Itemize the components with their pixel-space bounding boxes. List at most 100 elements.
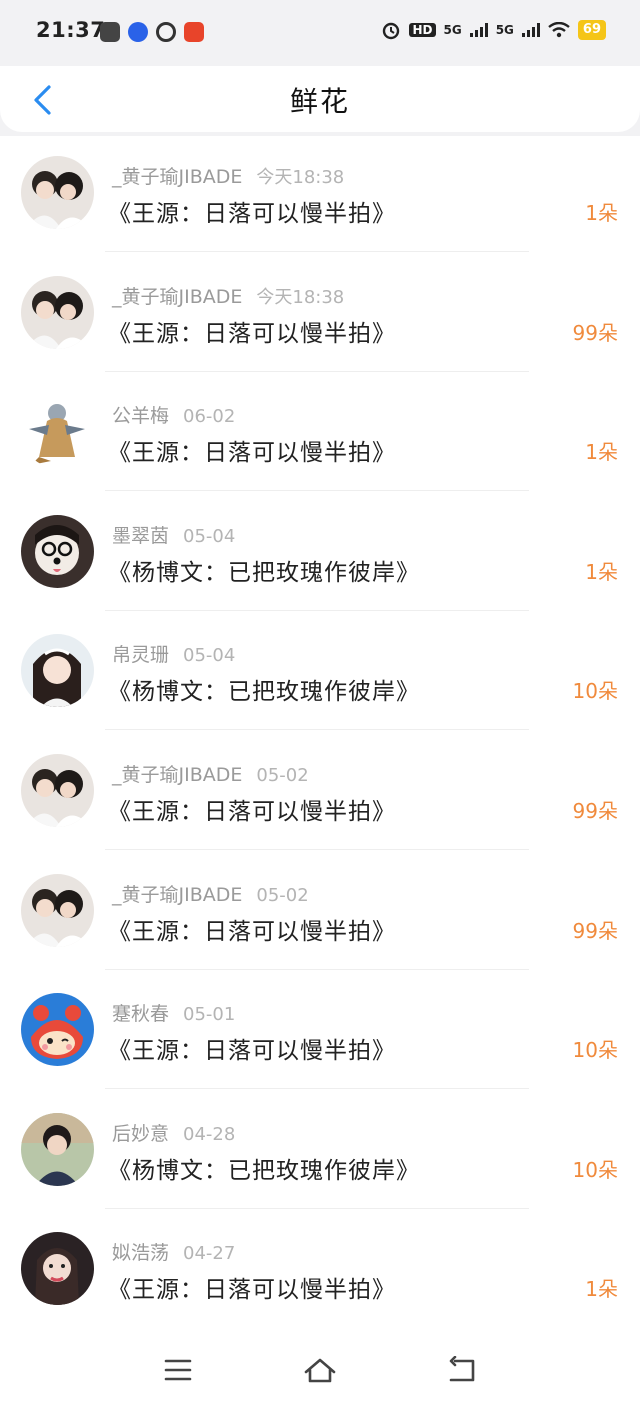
- list-item[interactable]: _黄子瑜JIBADE 05-02 《王源：日落可以慢半拍》 99朵: [0, 854, 640, 974]
- avatar[interactable]: [21, 395, 94, 469]
- link-app-icon: [156, 22, 176, 42]
- home-button[interactable]: [300, 1352, 340, 1388]
- sender-info: _黄子瑜JIBADE 今天18:38: [112, 162, 344, 189]
- avatar[interactable]: [21, 634, 94, 708]
- sender-name: 蹇秋春: [112, 1003, 170, 1026]
- work-title[interactable]: 《王源：日落可以慢半拍》: [108, 1270, 396, 1304]
- flower-count: 99朵: [572, 320, 618, 345]
- send-date: 05-02: [256, 884, 309, 906]
- divider: [105, 968, 529, 970]
- menu-icon: [164, 1359, 192, 1381]
- list-item[interactable]: 后妙意 04-28 《杨博文：已把玫瑰作彼岸》 10朵: [0, 1093, 640, 1213]
- avatar[interactable]: [21, 993, 94, 1067]
- sender-info: _黄子瑜JIBADE 05-02: [112, 760, 309, 787]
- menu-button[interactable]: [158, 1352, 198, 1388]
- send-date: 05-02: [256, 764, 309, 786]
- divider: [105, 848, 529, 850]
- send-date: 05-04: [183, 645, 236, 667]
- alarm-icon: [383, 22, 400, 40]
- list-item[interactable]: _黄子瑜JIBADE 今天18:38 《王源：日落可以慢半拍》 99朵: [0, 256, 640, 376]
- sender-info: 墨翠茵 05-04: [112, 521, 235, 548]
- sender-name: 墨翠茵: [112, 524, 170, 547]
- hd-icon: HD: [409, 23, 436, 37]
- flower-count: 10朵: [572, 1038, 618, 1063]
- work-title[interactable]: 《王源：日落可以慢半拍》: [108, 194, 396, 228]
- sender-name: 帛灵珊: [112, 644, 170, 667]
- work-title[interactable]: 《王源：日落可以慢半拍》: [108, 1031, 396, 1065]
- work-title[interactable]: 《王源：日落可以慢半拍》: [108, 433, 396, 467]
- sender-info: 公羊梅 06-02: [112, 401, 235, 428]
- flower-count: 99朵: [572, 798, 618, 823]
- back-return-icon: [449, 1356, 475, 1382]
- send-date: 今天18:38: [256, 286, 345, 308]
- send-date: 04-28: [183, 1123, 236, 1145]
- list-item[interactable]: 帛灵珊 05-04 《杨博文：已把玫瑰作彼岸》 10朵: [0, 614, 640, 734]
- work-title[interactable]: 《杨博文：已把玫瑰作彼岸》: [108, 553, 420, 587]
- list-item[interactable]: 姒浩荡 04-27 《王源：日落可以慢半拍》 1朵: [0, 1212, 640, 1332]
- list-item[interactable]: _黄子瑜JIBADE 今天18:38 《王源：日落可以慢半拍》 1朵: [0, 136, 640, 256]
- system-back-button[interactable]: [442, 1352, 482, 1388]
- signal-5g-icon-2: 5G: [495, 23, 514, 37]
- sender-name: _黄子瑜JIBADE: [112, 763, 243, 786]
- sender-name: 后妙意: [112, 1122, 170, 1145]
- sender-name: 姒浩荡: [112, 1242, 170, 1265]
- avatar[interactable]: [21, 1112, 94, 1186]
- sender-name: _黄子瑜JIBADE: [112, 883, 243, 906]
- list-item[interactable]: 墨翠茵 05-04 《杨博文：已把玫瑰作彼岸》 1朵: [0, 495, 640, 615]
- flower-record-list: _黄子瑜JIBADE 今天18:38 《王源：日落可以慢半拍》 1朵 _黄子瑜JI…: [0, 136, 640, 1332]
- list-item[interactable]: _黄子瑜JIBADE 05-02 《王源：日落可以慢半拍》 99朵: [0, 734, 640, 854]
- avatar[interactable]: [21, 156, 94, 229]
- list-item[interactable]: 公羊梅 06-02 《王源：日落可以慢半拍》 1朵: [0, 375, 640, 495]
- flower-count: 1朵: [585, 559, 618, 584]
- send-date: 05-01: [183, 1004, 236, 1026]
- flower-count: 99朵: [572, 918, 618, 943]
- sender-info: 后妙意 04-28: [112, 1119, 235, 1146]
- sender-name: _黄子瑜JIBADE: [112, 166, 243, 188]
- send-date: 04-27: [183, 1243, 236, 1265]
- work-title[interactable]: 《杨博文：已把玫瑰作彼岸》: [108, 1151, 420, 1185]
- avatar[interactable]: [21, 753, 94, 827]
- notification-icons: [100, 22, 204, 42]
- divider: [105, 1088, 529, 1090]
- work-title[interactable]: 《杨博文：已把玫瑰作彼岸》: [108, 672, 420, 706]
- status-time: 21:37: [36, 18, 106, 42]
- avatar[interactable]: [21, 275, 94, 349]
- sender-info: _黄子瑜JIBADE 今天18:38: [112, 282, 344, 309]
- sender-name: 公羊梅: [112, 405, 170, 428]
- flower-count: 10朵: [572, 1157, 618, 1182]
- divider: [105, 370, 529, 372]
- flower-count: 1朵: [585, 440, 618, 465]
- system-navigation-bar: [0, 1332, 640, 1408]
- avatar[interactable]: [21, 1232, 94, 1306]
- wifi-icon: [548, 22, 570, 38]
- sender-info: 蹇秋春 05-01: [112, 999, 235, 1026]
- page-title: 鲜花: [289, 85, 350, 118]
- divider: [105, 251, 529, 252]
- sender-info: 帛灵珊 05-04: [112, 640, 235, 667]
- sender-info: _黄子瑜JIBADE 05-02: [112, 880, 309, 907]
- divider: [105, 609, 529, 611]
- signal-bars-icon-1: [469, 23, 488, 37]
- work-title[interactable]: 《王源：日落可以慢半拍》: [108, 792, 396, 826]
- list-item[interactable]: 蹇秋春 05-01 《王源：日落可以慢半拍》 10朵: [0, 973, 640, 1093]
- signal-5g-icon-1: 5G: [443, 23, 462, 37]
- status-bar: 21:37 HD 5G 5G 69: [0, 0, 640, 66]
- message-app-icon: [100, 22, 120, 42]
- flower-count: 1朵: [585, 201, 618, 225]
- avatar[interactable]: [21, 514, 94, 588]
- taobao-app-icon: [184, 22, 204, 42]
- battery-indicator: 69: [577, 20, 606, 40]
- work-title[interactable]: 《王源：日落可以慢半拍》: [108, 912, 396, 946]
- flower-count: 1朵: [585, 1277, 618, 1302]
- send-date: 今天18:38: [256, 167, 345, 188]
- header-bar: 鲜花: [0, 66, 640, 132]
- send-date: 05-04: [183, 525, 236, 547]
- divider: [105, 729, 529, 731]
- baidu-app-icon: [128, 22, 148, 42]
- sender-info: 姒浩荡 04-27: [112, 1238, 235, 1265]
- home-icon: [304, 1358, 336, 1383]
- work-title[interactable]: 《王源：日落可以慢半拍》: [108, 314, 396, 348]
- avatar[interactable]: [21, 873, 94, 947]
- divider: [105, 1207, 529, 1209]
- signal-bars-icon-2: [521, 23, 540, 37]
